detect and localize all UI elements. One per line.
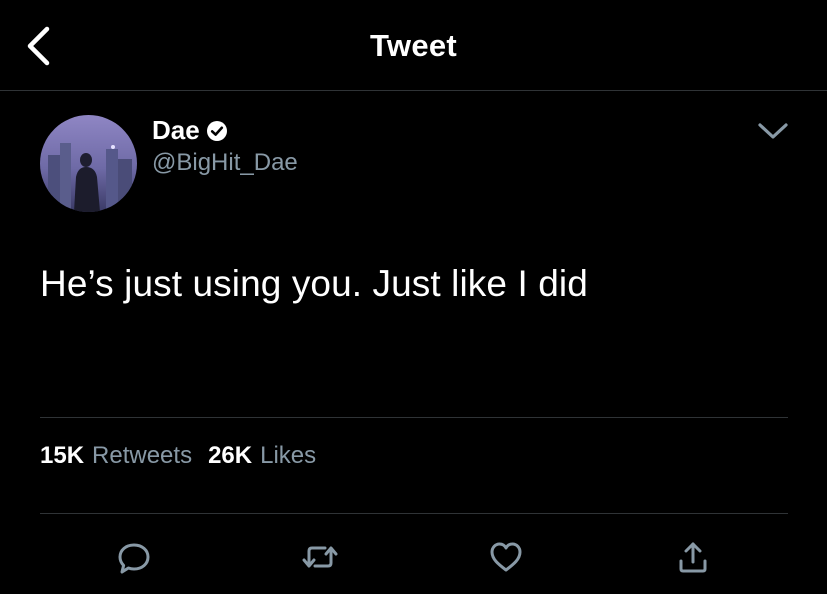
tweet-text: He’s just using you. Just like I did [40, 263, 588, 304]
avatar-image [40, 115, 137, 212]
retweets-stat[interactable]: 15K Retweets [40, 442, 192, 470]
likes-label: Likes [260, 442, 317, 469]
tweet-menu-button[interactable] [752, 112, 794, 150]
like-button[interactable] [483, 530, 529, 584]
reply-button[interactable] [111, 530, 157, 584]
share-button[interactable] [670, 530, 716, 584]
like-icon [490, 542, 522, 572]
display-name[interactable]: Dae [152, 115, 200, 146]
author-name-row[interactable]: Dae [152, 115, 228, 146]
retweet-icon [302, 546, 338, 568]
top-bar: Tweet [0, 0, 827, 91]
divider [40, 417, 788, 418]
reply-icon [118, 543, 150, 574]
verified-badge-icon [206, 120, 228, 142]
retweets-count: 15K [40, 442, 85, 469]
tweet-actions [0, 530, 827, 584]
retweets-label: Retweets [92, 442, 193, 469]
likes-stat[interactable]: 26K Likes [208, 442, 316, 470]
avatar[interactable] [40, 115, 137, 212]
divider [40, 513, 788, 514]
retweet-button[interactable] [297, 530, 343, 584]
likes-count: 26K [208, 442, 253, 469]
user-handle[interactable]: @BigHit_Dae [152, 149, 298, 177]
chevron-down-icon [758, 123, 788, 139]
tweet-stats: 15K Retweets 26K Likes [40, 442, 316, 470]
share-icon [679, 542, 707, 573]
page-title: Tweet [369, 28, 458, 63]
